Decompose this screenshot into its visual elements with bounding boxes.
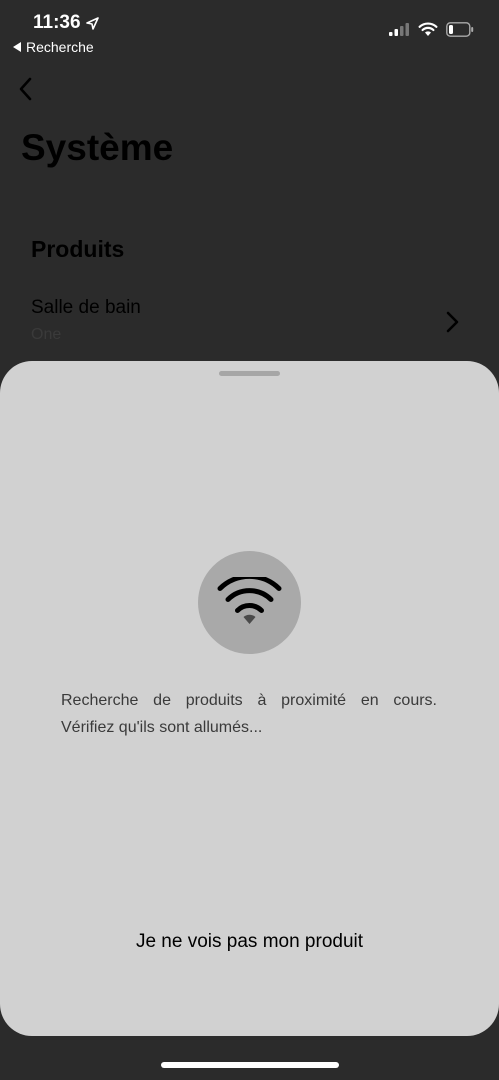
page-title: Système <box>21 127 174 168</box>
location-arrow-icon <box>85 16 99 30</box>
status-time: 11:36 <box>33 12 99 34</box>
message-line-1: Recherche de produits à proximité en cou… <box>61 692 437 709</box>
bottom-sheet: Recherche de produits à proximité en cou… <box>0 361 499 1036</box>
time-label: 11:36 <box>33 12 81 33</box>
home-indicator[interactable] <box>161 1062 339 1068</box>
wifi-icon-circle <box>198 551 301 654</box>
message-line-2: Vérifiez qu'ils sont allumés... <box>61 719 263 736</box>
back-to-app-link[interactable]: Recherche <box>13 39 94 55</box>
wifi-icon <box>418 22 438 36</box>
wifi-icon <box>217 577 282 624</box>
chevron-right-icon <box>446 311 459 333</box>
product-not-found-button[interactable]: Je ne vois pas mon produit <box>0 931 499 953</box>
screen: 11:36 Recherche Système Produits Salle d… <box>0 0 499 1080</box>
cellular-signal-icon <box>389 23 409 36</box>
section-title: Produits <box>31 236 125 262</box>
battery-icon <box>446 22 474 37</box>
chevron-left-icon[interactable] <box>16 76 38 102</box>
searching-message: Recherche de produits à proximité en cou… <box>61 687 437 741</box>
product-name: Salle de bain <box>31 297 141 318</box>
product-model: One <box>31 326 62 343</box>
status-bar: 11:36 Recherche <box>0 0 499 70</box>
back-app-label: Recherche <box>26 39 94 55</box>
sheet-grabber[interactable] <box>219 371 280 376</box>
back-triangle-icon <box>13 42 21 52</box>
status-icons <box>389 22 474 37</box>
